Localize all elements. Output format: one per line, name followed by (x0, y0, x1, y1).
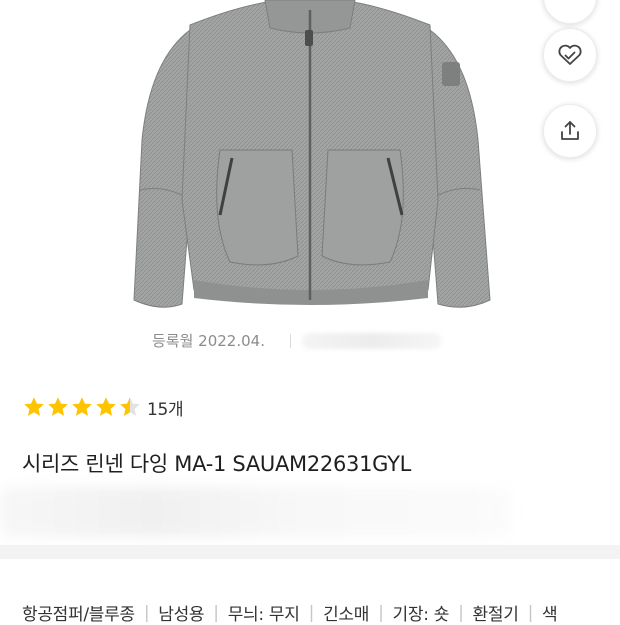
share-button[interactable] (543, 104, 597, 158)
review-count[interactable]: 15개 (147, 395, 184, 420)
star-full-icon (24, 397, 44, 416)
tag-gender: 남성용 (158, 605, 205, 625)
wishlist-button[interactable] (543, 28, 597, 82)
product-title: 시리즈 린넨 다잉 MA-1 SAUAM22631GYL (22, 452, 412, 476)
blurred-seller-info (302, 333, 442, 349)
rating-row[interactable]: 15개 (22, 394, 184, 420)
share-icon (561, 121, 579, 140)
heart-check-icon (558, 44, 582, 65)
tag-length: 기장: 숏 (392, 605, 450, 625)
registered-date: 등록월 2022.04. (152, 332, 265, 350)
star-full-icon (48, 397, 68, 416)
blurred-price-area (0, 487, 510, 537)
meta-divider (290, 334, 291, 348)
tag-season: 환절기 (472, 605, 519, 625)
tag-sleeve: 긴소매 (323, 605, 370, 625)
rating-stars (22, 395, 142, 419)
top-action-button[interactable] (543, 0, 597, 24)
star-full-icon (96, 397, 116, 416)
star-half-icon (120, 397, 140, 416)
attribute-tags: 항공점퍼/블루종 | 남성용 | 무늬: 무지 | 긴소매 | 기장: 숏 | … (22, 600, 558, 625)
section-divider (0, 545, 620, 559)
star-full-icon (72, 397, 92, 416)
tag-pattern: 무늬: 무지 (227, 605, 300, 625)
jacket-illustration (133, 0, 491, 308)
tag-category: 항공점퍼/블루종 (22, 605, 135, 625)
tag-color: 색 (542, 605, 558, 625)
product-image[interactable] (120, 0, 500, 320)
